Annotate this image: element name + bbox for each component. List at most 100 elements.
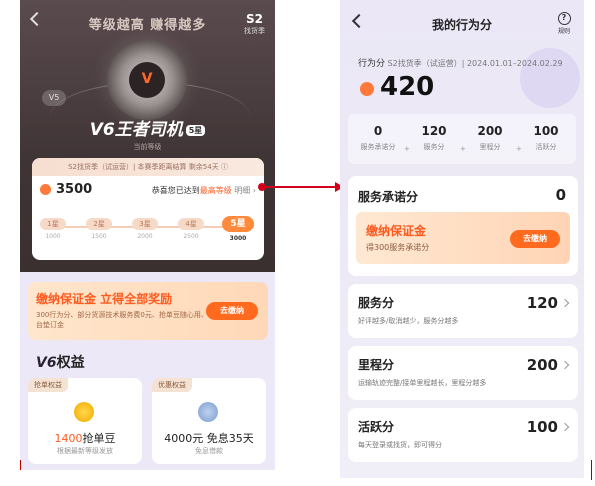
benefit-text: 抢单豆	[82, 432, 116, 445]
benefit-card-grab[interactable]: 抢单权益 1400抢单豆 根据最新等级发放	[28, 378, 142, 464]
steering-wheel-icon: V	[107, 40, 187, 120]
service-promise-value: 0	[555, 186, 566, 204]
score-coin-icon	[40, 184, 51, 195]
msg-highlight: 最高等级	[199, 186, 232, 195]
score-meta-label: 行为分	[358, 59, 386, 69]
rules-button[interactable]: ? 规则	[554, 12, 574, 35]
breakdown-value: 120	[421, 124, 447, 138]
step-4: 4星 2500	[178, 218, 204, 240]
msg-prefix: 恭喜您已达到	[151, 186, 200, 195]
service-promise-card: 服务承诺分 0 缴纳保证金 得300服务承诺分 去缴纳	[348, 176, 578, 276]
breakdown-label: 里程分	[479, 143, 501, 151]
breakdown-value: 100	[533, 124, 559, 138]
row-title: 里程分	[358, 358, 395, 372]
benefit-amount: 1400	[54, 432, 83, 445]
level-name: V6王者司机 5星	[20, 115, 275, 140]
step-value: 2500	[183, 233, 199, 240]
prev-level-tag: V5	[42, 90, 66, 106]
step-label: 5星	[222, 216, 254, 232]
crop-mark	[591, 460, 592, 480]
benefits-heading-text: 权益	[56, 355, 85, 371]
level-hero: 等级越高 赚得越多 S2 找货季 V5 V V6王者司机 5星 当前等级 S2找货…	[20, 0, 275, 272]
breakdown-label: 服务分	[423, 143, 445, 151]
score-value: 3500	[56, 182, 93, 197]
row-desc: 好评越多/取消越少，服务分越多	[358, 317, 459, 325]
service-promise-title: 服务承诺分	[358, 190, 419, 204]
step-label: 2星	[86, 218, 112, 230]
deposit-desc: 得300服务承诺分	[366, 243, 430, 252]
season-countdown: S2找货季（试运营）| 本赛季距离结算 剩余54天 ⓘ	[32, 158, 264, 176]
step-value: 2000	[137, 233, 153, 240]
benefit-sub: 根据最新等级发放	[57, 447, 113, 455]
season-button[interactable]: S2 找货季	[244, 12, 265, 36]
score-meta-season: S2找货季（试运营）| 2024.01.01–2024.02.29	[387, 59, 563, 68]
score-card: S2找货季（试运营）| 本赛季距离结算 剩余54天 ⓘ 3500 恭喜您已达到最…	[32, 158, 264, 260]
level-star-badge: 5星	[185, 124, 206, 136]
current-level-label: 当前等级	[133, 143, 162, 151]
level-name-text: V6王者司机	[89, 120, 183, 140]
activity-score-row[interactable]: 活跃分 100 每天登录或找货，即可得分	[348, 408, 578, 462]
row-desc: 每天登录或找货，即可得分	[358, 441, 442, 449]
breakdown-value: 0	[373, 124, 383, 138]
help-icon: ?	[557, 12, 571, 25]
row-value: 100	[526, 418, 558, 436]
row-title: 活跃分	[358, 420, 395, 434]
step-2: 2星 1500	[86, 218, 112, 240]
mileage-score-row[interactable]: 里程分 200 运输轨迹完整/接单里程越长，里程分越多	[348, 346, 578, 400]
benefits-heading: V6权益	[36, 352, 85, 372]
page-title: 等级越高 赚得越多	[88, 18, 207, 33]
breakdown-value: 200	[477, 124, 503, 138]
step-value: 1000	[45, 233, 61, 240]
benefit-tag: 抢单权益	[28, 378, 68, 392]
step-value: 1500	[91, 233, 107, 240]
total-score-value: 420	[380, 72, 435, 102]
chevron-right-icon	[560, 422, 570, 432]
breakdown-item: 200 里程分	[465, 124, 515, 152]
level-steps: 1星 1000 2星 1500 3星 2000 4星 2500 5星 3000	[40, 216, 256, 254]
season-label: 找货季	[244, 27, 265, 35]
deposit-title: 缴纳保证金	[366, 224, 427, 238]
step-label: 1星	[40, 218, 66, 230]
row-desc: 运输轨迹完整/接单里程越长，里程分越多	[358, 379, 487, 387]
season-code: S2	[246, 12, 263, 26]
crop-mark	[20, 460, 21, 470]
breakdown-item: 100 活跃分	[521, 124, 571, 152]
benefit-card-loan[interactable]: 优惠权益 4000元 免息35天 免息借款	[152, 378, 266, 464]
wheel-logo: V	[141, 71, 153, 87]
right-screen: 我的行为分 ? 规则 行为分 S2找货季（试运营）| 2024.01.01–20…	[340, 0, 584, 478]
service-score-row[interactable]: 服务分 120 好评越多/取消越少，服务分越多	[348, 284, 578, 338]
breakdown-item: 120 服务分	[409, 124, 459, 152]
score-message: 恭喜您已达到最高等级 明细 ›	[152, 185, 256, 196]
step-label: 3星	[132, 218, 158, 230]
step-1: 1星 1000	[40, 218, 66, 240]
score-breakdown: 0 服务承诺分 + 120 服务分 + 200 里程分 + 100 活跃分	[348, 114, 576, 164]
deposit-banner[interactable]: 缴纳保证金 立得全部奖励 300行为分、部分货源技术服务费0元、抢单豆随心用、平…	[28, 282, 268, 340]
breakdown-item: 0 服务承诺分	[353, 124, 403, 152]
benefit-tag: 优惠权益	[152, 378, 192, 392]
page-title: 我的行为分	[431, 18, 492, 32]
coin-loan-icon	[198, 402, 218, 422]
bean-icon	[74, 402, 94, 422]
step-3: 3星 2000	[132, 218, 158, 240]
deposit-desc: 300行为分、部分货源技术服务费0元、抢单豆随心用、平台垫订金	[36, 311, 215, 329]
chevron-right-icon	[560, 360, 570, 370]
details-link[interactable]: 明细 ›	[234, 186, 256, 195]
benefit-text: 4000元 免息35天	[164, 432, 254, 445]
annotation-arrow	[262, 186, 337, 188]
deposit-title: 缴纳保证金 立得全部奖励	[36, 292, 173, 306]
rules-label: 规则	[557, 28, 570, 35]
step-label: 4星	[178, 218, 204, 230]
score-coin-icon	[360, 82, 374, 96]
benefit-main: 1400抢单豆	[28, 430, 142, 446]
breakdown-label: 活跃分	[535, 143, 557, 151]
score-meta: 行为分 S2找货季（试运营）| 2024.01.01–2024.02.29	[358, 56, 563, 69]
benefit-main: 4000元 免息35天	[152, 430, 266, 446]
left-screen: 等级越高 赚得越多 S2 找货季 V5 V V6王者司机 5星 当前等级 S2找货…	[20, 0, 275, 470]
benefit-sub: 免息借款	[195, 447, 223, 455]
row-title: 服务分	[358, 296, 395, 310]
chevron-right-icon	[560, 298, 570, 308]
deposit-banner[interactable]: 缴纳保证金 得300服务承诺分 去缴纳	[356, 212, 570, 264]
breakdown-label: 服务承诺分	[360, 143, 396, 151]
deposit-button[interactable]: 去缴纳	[206, 302, 258, 320]
deposit-button[interactable]: 去缴纳	[510, 230, 560, 248]
